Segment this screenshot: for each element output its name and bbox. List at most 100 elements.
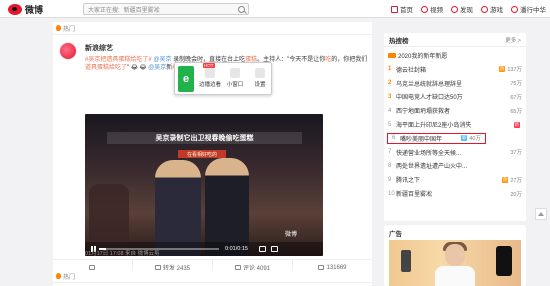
nav-item-2[interactable]: 发现 [451,4,473,14]
hot-search-text: 2020我的新年新愿 [398,54,448,60]
hot-search-item[interactable]: 10 新疆百里雾凇 20万 [384,188,526,199]
nav-label: 首页 [400,7,413,14]
video-player[interactable]: 在看相好吃的 吴京录制它出卫视春晚偷吃蛋糕 微博 0:01/0:15 [85,114,323,256]
weibo-watermark: 微博 [284,232,297,238]
ad-phone-image [401,250,411,272]
hot-search-rank: 9 [388,176,392,183]
hot-search-badge: 新 [513,121,520,128]
hot-search-count: 75万 [510,81,522,88]
hot-search-item[interactable]: 1 德云社封箱 热 137万 [384,64,526,75]
search-icon[interactable] [238,6,245,13]
hot-search-text: 乌克兰总统就辞总理辞呈 [396,81,463,88]
hot-search-badge: 热 [498,66,506,73]
hot-search-item[interactable]: 5 海平面上升印尼2座小岛消失 新 [384,119,526,130]
post-link[interactable]: #吴京把遗具蛋糕给吃了# [85,57,152,63]
hot-search-rank: 6 [392,135,396,142]
hot-search-badge: 新 [460,135,468,142]
video-time: 0:01/0:15 [225,246,248,252]
hot-search-title: 热搜榜 [389,37,409,45]
popup-item-1[interactable]: 小窗口 [224,68,246,88]
nav-label: 发现 [460,7,473,14]
user-icon [511,5,518,13]
hot-search-header: 热搜榜 更多 > [384,33,526,47]
hot-search-item[interactable]: 9 腾讯之下 热 27万 [384,174,526,185]
hot-search-text: 西宁地面坍塌获救者 [396,109,451,116]
hot-search-item[interactable]: 2 乌克兰总统就辞总理辞呈 75万 [384,78,526,89]
main-feed: 热门 新浪综艺 #吴京把遗具蛋糕给吃了# @吴京 录制晚会时，直接在台上吃蛋糕。… [53,22,372,286]
hot-section-header: 热门 [53,22,372,35]
ad-model-face [445,244,465,266]
more-link[interactable]: 更多 > [505,36,521,44]
hot-search-text: 德云社封箱 [396,67,427,74]
hot-search-item[interactable]: 3 中国电竞人才缺口达50万 67万 [384,91,526,102]
hot-search-badge: 热 [501,176,509,183]
feed-card: 热门 新浪综艺 #吴京把遗具蛋糕给吃了# @吴京 录制晚会时，直接在台上吃蛋糕。… [53,22,372,276]
ad-image[interactable] [389,240,521,286]
hot-search-item[interactable]: 8 两处世界遗址遭产山火中... [384,160,526,171]
weibo-eye-icon [8,3,22,15]
popup-item-0[interactable]: 边播边看 [199,68,221,88]
post-text-segment: 的，你把我们 [331,57,368,63]
ad-panel: 广告 [384,225,526,286]
hot-search-count: 40万 [469,136,481,143]
video-icon [421,5,428,13]
search-placeholder: 新疆百里雾凇 [123,7,160,14]
hot-search-text: 两处世界遗址遭产山火中... [396,164,468,171]
popup-item-label: 边播边看 [199,82,222,88]
post-link[interactable]: 道具蛋糕给吃了 [85,65,127,71]
hot-search-list: 热搜榜 更多 > 2020我的新年新愿 1 德云社封箱热 137万 2 乌克兰总统就辞总理… [384,33,526,221]
hot-label: 热门 [63,274,76,281]
logo-text: 微博 [25,4,44,15]
popup-item-label: 设置 [254,82,266,88]
hot-search-text: 腾讯之下 [396,178,421,185]
hot-search-rank: 1 [388,66,392,73]
back-to-top-button[interactable] [535,208,547,220]
search-prefix: 大家正在搜: [88,7,120,14]
nav-item-0[interactable]: 首页 [391,4,413,14]
hot-search-count: 137万 [507,67,522,74]
settings-icon [255,68,265,78]
post-author[interactable]: 新浪综艺 [85,43,113,53]
weibo-logo[interactable]: 微博 [8,2,43,16]
hot-search-item[interactable]: 6 嘴吵美丽中国年 新 40万 [387,132,486,144]
hot-search-item[interactable]: 7 快递营业场所等全天候... 37万 [384,147,526,158]
volume-icon[interactable] [258,246,266,252]
hot-search-text: 快递营业场所等全天候... [396,150,462,157]
hot-label: 热门 [63,26,76,33]
fire-icon [56,273,61,279]
nav-item-1[interactable]: 视频 [421,4,443,14]
hot-search-rank: 5 [388,121,392,128]
avatar[interactable] [59,42,77,60]
nav-item-3[interactable]: 游戏 [481,4,503,14]
popup-item-label: 小窗口 [226,82,244,88]
nav-item-4[interactable]: 潘行中华 [511,4,546,14]
hot-search-text: 嘴吵美丽中国年 [400,136,443,143]
hot-search-text: 中国电竞人才缺口达50万 [396,95,463,102]
popup-item-2[interactable]: 设置 [249,68,271,88]
mini-window-icon [230,68,240,78]
app-e-icon[interactable]: e [178,66,194,92]
top-bar: 微博 大家正在搜: 新疆百里雾凇 首页 视频 发现 游戏 潘行中华 [0,0,550,18]
hot-search-rank: 2 [388,80,392,87]
hot-search-rank: 10 [388,190,395,197]
post-link[interactable]: @吴京 [153,57,171,63]
nav-label: 游戏 [490,7,503,14]
hot-search-count: 67万 [510,94,522,101]
ad-title: 广告 [389,231,402,238]
hot-search-item[interactable]: 2020我的新年新愿 [384,50,526,61]
hot-search-text: 新疆百里雾凇 [396,192,433,198]
hot-search-rank: 3 [388,93,392,100]
hot-search-item[interactable]: 4 西宁地面坍塌获救者 65万 [384,105,526,116]
ad-phone-image [496,246,512,276]
game-icon [481,5,488,13]
nav-label: 潘行中华 [520,7,546,14]
video-popup-menu: e 边播边看 小窗口 设置 HOT [174,62,272,95]
stage-sign: 在看相好吃的 [178,150,226,158]
hot-search-count: 65万 [510,108,522,115]
right-sidebar: 热搜榜 更多 > 2020我的新年新愿 1 德云社封箱热 137万 2 乌克兰总统就辞总理… [384,33,526,221]
fullscreen-icon[interactable] [270,246,278,252]
search-input[interactable]: 大家正在搜: 新疆百里雾凇 [83,3,249,15]
hot-search-rank: 8 [388,162,392,169]
nav-label: 视频 [430,7,443,14]
post-link[interactable]: @吴京 [148,65,166,71]
